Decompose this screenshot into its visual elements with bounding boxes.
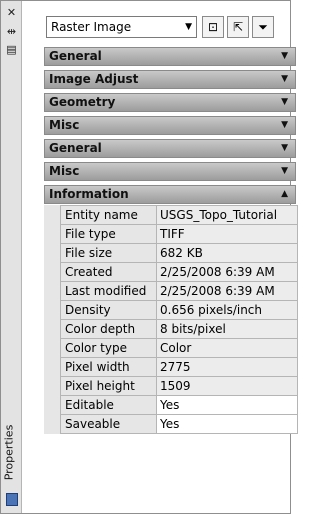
- palette-status-icon: [6, 493, 18, 506]
- table-row[interactable]: Editable Yes: [60, 395, 298, 415]
- property-name: Density: [60, 300, 157, 320]
- section-label: General: [49, 141, 102, 155]
- section-image-adjust[interactable]: Image Adjust ▼: [44, 70, 296, 89]
- table-row[interactable]: Entity name USGS_Topo_Tutorial: [60, 205, 298, 225]
- property-gutter: [44, 205, 60, 434]
- property-name: File type: [60, 224, 157, 244]
- chevron-down-icon: ▼: [281, 51, 288, 61]
- table-row[interactable]: Saveable Yes: [60, 414, 298, 434]
- property-name: Entity name: [60, 205, 157, 225]
- quick-select-button[interactable]: ⏷: [252, 16, 274, 38]
- chevron-down-icon: ▼: [281, 97, 288, 107]
- table-row[interactable]: Last modified 2/25/2008 6:39 AM: [60, 281, 298, 301]
- palette-title: Properties: [2, 424, 16, 481]
- chevron-down-icon: ▼: [281, 74, 288, 84]
- property-name: Pixel height: [60, 376, 157, 396]
- section-misc[interactable]: Misc ▼: [44, 116, 296, 135]
- property-name: File size: [60, 243, 157, 263]
- object-type-value: Raster Image: [51, 20, 132, 34]
- property-name: Color type: [60, 338, 157, 358]
- property-name: Saveable: [60, 414, 157, 434]
- quick-select-icon: ⏷: [258, 20, 268, 34]
- table-row[interactable]: Pixel width 2775: [60, 357, 298, 377]
- properties-palette: ✕ ⇹ ▤ Properties Raster Image ▼ ⊡ ⇱ ⏷ Ge…: [0, 0, 298, 514]
- select-objects-icon: ⇱: [232, 20, 244, 34]
- section-label: Misc: [49, 118, 80, 132]
- property-name: Color depth: [60, 319, 157, 339]
- section-label: Image Adjust: [49, 72, 139, 86]
- table-row[interactable]: File type TIFF: [60, 224, 298, 244]
- property-name: Pixel width: [60, 357, 157, 377]
- table-row[interactable]: Color type Color: [60, 338, 298, 358]
- property-value[interactable]: 0.656 pixels/inch: [156, 300, 298, 320]
- table-row[interactable]: Created 2/25/2008 6:39 AM: [60, 262, 298, 282]
- table-row[interactable]: File size 682 KB: [60, 243, 298, 263]
- section-label: Misc: [49, 164, 80, 178]
- property-value[interactable]: 8 bits/pixel: [156, 319, 298, 339]
- autohide-icon[interactable]: ⇹: [5, 26, 18, 38]
- section-label: Geometry: [49, 95, 116, 109]
- property-value[interactable]: Color: [156, 338, 298, 358]
- chevron-up-icon: ▲: [281, 189, 288, 199]
- property-value[interactable]: 1509: [156, 376, 298, 396]
- property-name: Last modified: [60, 281, 157, 301]
- palette-title-strip[interactable]: ✕ ⇹ ▤ Properties: [1, 1, 22, 513]
- property-value[interactable]: Yes: [156, 414, 298, 434]
- property-name: Editable: [60, 395, 157, 415]
- table-row[interactable]: Density 0.656 pixels/inch: [60, 300, 298, 320]
- information-table: Entity name USGS_Topo_Tutorial File type…: [60, 205, 298, 434]
- section-general[interactable]: General ▼: [44, 47, 296, 66]
- property-value[interactable]: 2/25/2008 6:39 AM: [156, 281, 298, 301]
- section-general-2[interactable]: General ▼: [44, 139, 296, 158]
- table-row[interactable]: Pixel height 1509: [60, 376, 298, 396]
- object-type-select[interactable]: Raster Image ▼: [46, 16, 197, 38]
- property-value[interactable]: TIFF: [156, 224, 298, 244]
- section-label: Information: [49, 187, 129, 201]
- pickadd-toggle-button[interactable]: ⊡: [202, 16, 224, 38]
- pickadd-toggle-icon: ⊡: [207, 20, 219, 34]
- section-information[interactable]: Information ▲: [44, 185, 296, 204]
- chevron-down-icon: ▼: [185, 22, 192, 32]
- chevron-down-icon: ▼: [281, 143, 288, 153]
- property-value[interactable]: Yes: [156, 395, 298, 415]
- property-value[interactable]: USGS_Topo_Tutorial: [156, 205, 298, 225]
- property-value[interactable]: 682 KB: [156, 243, 298, 263]
- properties-menu-icon[interactable]: ▤: [5, 44, 18, 56]
- palette-content: Raster Image ▼ ⊡ ⇱ ⏷ General ▼ Image Adj…: [22, 1, 298, 513]
- chevron-down-icon: ▼: [281, 120, 288, 130]
- section-label: General: [49, 49, 102, 63]
- select-objects-button[interactable]: ⇱: [227, 16, 249, 38]
- property-value[interactable]: 2/25/2008 6:39 AM: [156, 262, 298, 282]
- property-value[interactable]: 2775: [156, 357, 298, 377]
- close-icon[interactable]: ✕: [5, 7, 18, 19]
- chevron-down-icon: ▼: [281, 166, 288, 176]
- table-row[interactable]: Color depth 8 bits/pixel: [60, 319, 298, 339]
- property-name: Created: [60, 262, 157, 282]
- section-geometry[interactable]: Geometry ▼: [44, 93, 296, 112]
- section-misc-2[interactable]: Misc ▼: [44, 162, 296, 181]
